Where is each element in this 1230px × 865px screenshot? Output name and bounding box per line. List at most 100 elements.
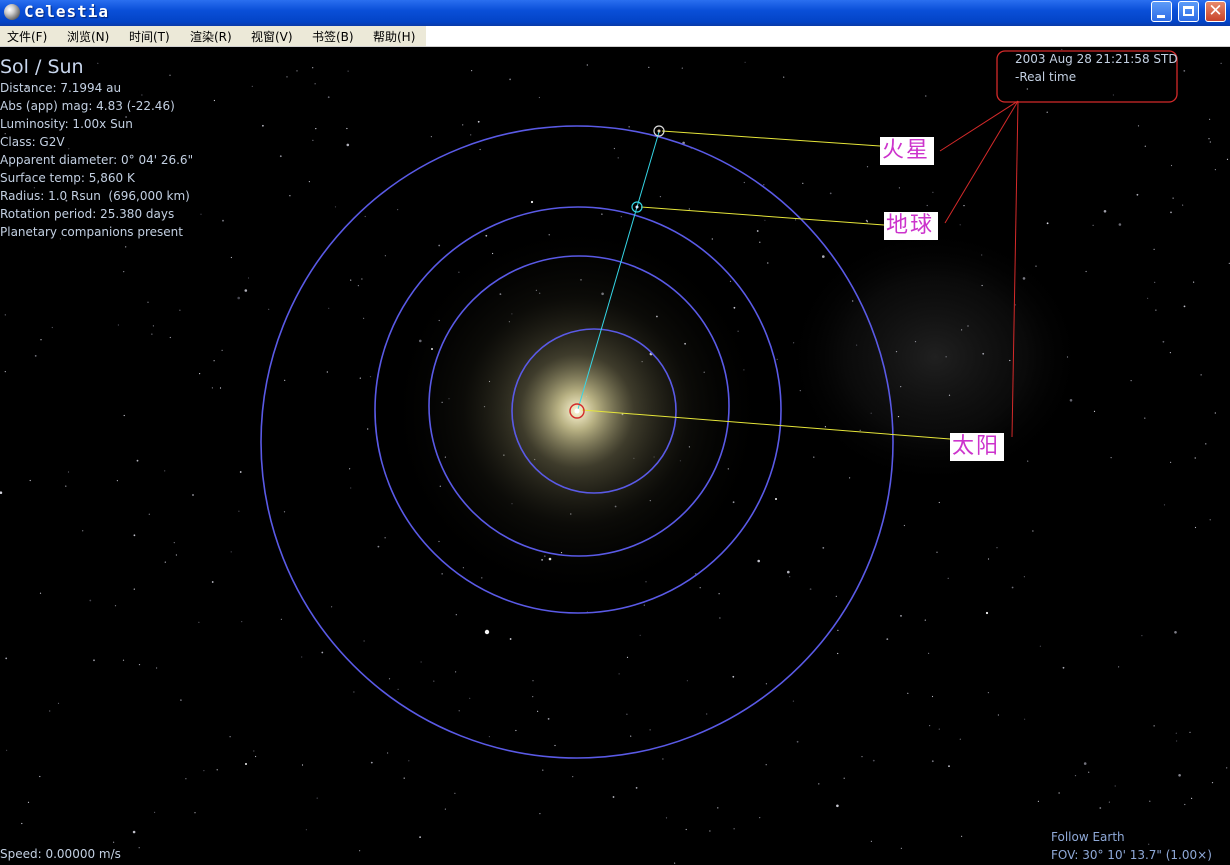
star (856, 344, 858, 346)
menu-time[interactable]: 时间(T) (129, 28, 170, 45)
star (537, 710, 539, 712)
menu-render[interactable]: 渲染(R) (190, 28, 232, 45)
star (836, 804, 839, 808)
menu-navigation[interactable]: 浏览(N) (67, 28, 109, 45)
star (455, 614, 457, 616)
star (643, 604, 645, 606)
star (686, 680, 689, 682)
star (765, 683, 768, 685)
star (1011, 586, 1014, 589)
star (469, 697, 471, 699)
bright-star (775, 498, 777, 500)
info-class: Class: G2V (0, 135, 65, 149)
earth-body[interactable] (635, 205, 639, 209)
star (280, 618, 282, 620)
star (211, 581, 214, 583)
star (1200, 374, 1202, 376)
info-apparent-diameter: Apparent diameter: 0° 04' 26.6" (0, 153, 194, 167)
menu-help[interactable]: 帮助(H) (373, 28, 415, 45)
title-bar[interactable]: Celestia ✕ (0, 0, 1230, 26)
star (903, 524, 906, 527)
star (861, 756, 863, 758)
star (1220, 62, 1222, 64)
star (65, 485, 67, 487)
star (116, 480, 118, 482)
celestia-planet-icon[interactable] (4, 4, 20, 20)
star (572, 776, 574, 778)
star (907, 692, 909, 694)
mars-body[interactable] (657, 129, 661, 133)
solar-system-scene[interactable] (0, 47, 1230, 865)
star (284, 379, 286, 381)
star (229, 736, 231, 738)
sun-body[interactable] (574, 408, 580, 414)
star (221, 349, 223, 351)
star (959, 738, 961, 740)
milky-way-haze (785, 227, 1085, 487)
star (1184, 803, 1186, 806)
star (895, 351, 898, 353)
star (900, 386, 902, 388)
star (255, 755, 257, 758)
maximize-button[interactable] (1178, 1, 1199, 22)
star (639, 634, 641, 636)
star (286, 76, 288, 78)
star (926, 204, 928, 207)
star (1170, 461, 1172, 463)
star (685, 828, 687, 831)
star (296, 70, 298, 72)
star (253, 750, 255, 752)
star (759, 241, 761, 243)
close-button[interactable]: ✕ (1205, 1, 1226, 22)
star (179, 309, 181, 311)
star (870, 412, 872, 414)
star (1136, 193, 1139, 196)
star (699, 587, 701, 589)
star (967, 325, 969, 327)
minimize-button[interactable] (1151, 1, 1172, 22)
star (1191, 797, 1193, 800)
star (829, 192, 832, 195)
star (706, 713, 708, 715)
star (796, 740, 799, 743)
star (154, 811, 156, 814)
star (1170, 164, 1173, 167)
star (6, 749, 8, 751)
star (1114, 785, 1116, 787)
star (1174, 631, 1177, 634)
star (1194, 526, 1197, 529)
star (397, 688, 399, 691)
star (479, 148, 481, 151)
star (1069, 399, 1073, 402)
star (1009, 359, 1011, 362)
star (931, 695, 934, 698)
star (981, 254, 983, 256)
star (866, 166, 869, 168)
star (321, 651, 324, 654)
star (1209, 519, 1211, 521)
star (1176, 740, 1178, 742)
star (1085, 270, 1087, 273)
menu-view[interactable]: 视窗(V) (251, 28, 293, 45)
star (1214, 169, 1216, 171)
star (987, 692, 990, 694)
info-radius: Radius: 1.0 Rsun (696,000 km) (0, 189, 190, 203)
minimize-icon (1157, 15, 1165, 18)
star (763, 184, 765, 186)
star (0, 491, 3, 494)
menu-bookmarks[interactable]: 书签(B) (312, 28, 354, 45)
star (824, 426, 827, 428)
star (308, 181, 310, 183)
star (996, 547, 998, 549)
star (802, 182, 804, 184)
star (148, 513, 150, 515)
star (213, 360, 215, 362)
star (981, 284, 983, 287)
info-luminosity: Luminosity: 1.00x Sun (0, 117, 133, 131)
star (665, 817, 668, 819)
star (813, 456, 815, 458)
sky-viewport[interactable]: Sol / Sun Distance: 7.1994 au Abs (app) … (0, 47, 1230, 865)
menu-file[interactable]: 文件(F) (7, 28, 47, 45)
star (626, 713, 628, 715)
selected-object-title: Sol / Sun (0, 56, 84, 78)
